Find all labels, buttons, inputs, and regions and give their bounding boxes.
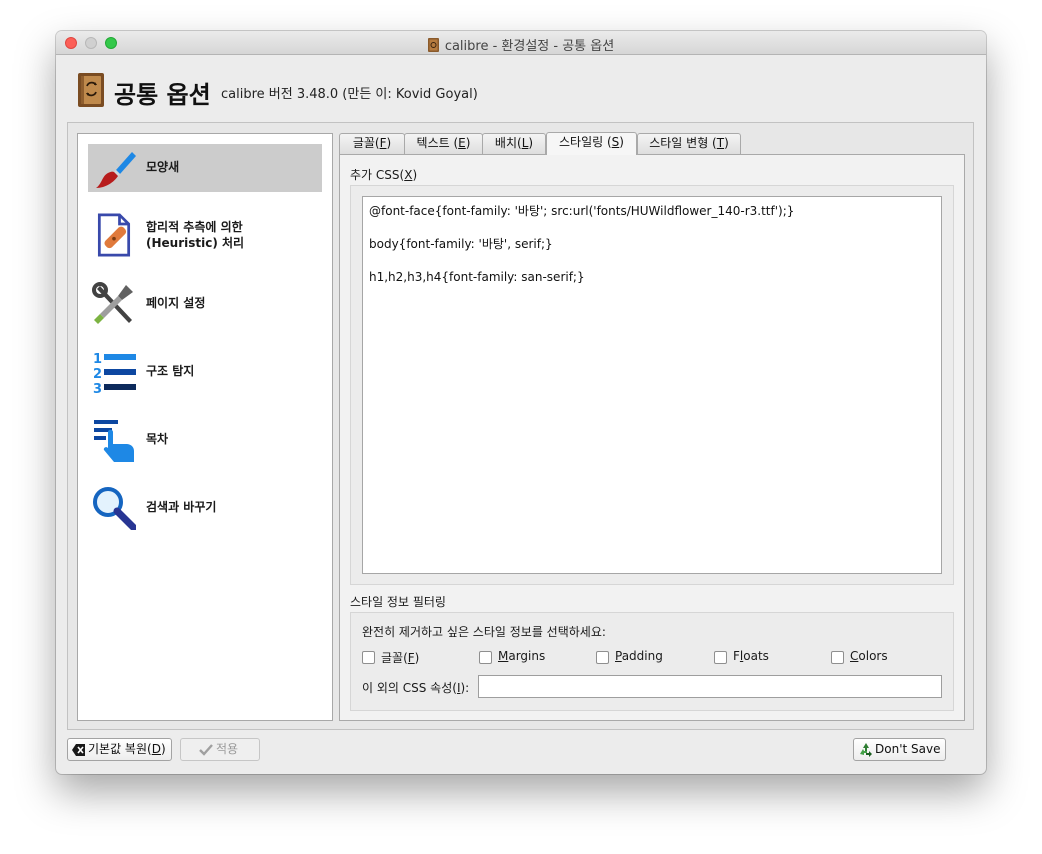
window-title-text: calibre - 환경설정 - 공통 옵션 — [444, 39, 615, 54]
sidebar-item-label: 목차 — [146, 432, 169, 446]
tab-label: 스타일링 ( — [559, 135, 612, 149]
option-text-end: oats — [743, 649, 769, 663]
filter-group-label: 스타일 정보 필터링 — [350, 595, 446, 609]
extra-css-label-text: 추가 CSS( — [350, 168, 405, 182]
other-css-label: 이 외의 CSS 속성(I): — [362, 679, 469, 696]
tab-label-end: ) — [724, 136, 729, 150]
tab-label: 스타일 변형 ( — [649, 136, 717, 150]
option-text: 글꼴( — [381, 651, 408, 665]
window-title: calibre - 환경설정 - 공통 옵션 — [56, 35, 986, 54]
option-accelerator: P — [615, 649, 622, 663]
page-title: 공통 옵션 — [114, 81, 211, 109]
calibre-book-icon — [78, 73, 104, 107]
sidebar-item-look-and-feel[interactable]: 모양새 — [88, 144, 322, 192]
option-accelerator: F — [407, 651, 415, 665]
calibre-book-icon — [427, 38, 439, 52]
wrench-screwdriver-icon — [92, 282, 133, 324]
option-text-end: argins — [508, 649, 546, 663]
css-line: body{font-family: '바탕', serif;} — [369, 237, 553, 251]
checkmark-icon — [199, 744, 213, 756]
restore-defaults-button[interactable]: 기본값 복원(D) — [67, 738, 172, 761]
extra-css-label-end: ) — [412, 168, 418, 182]
filter-padding-label[interactable]: Padding — [615, 649, 663, 663]
sidebar-item-structure-detection[interactable]: 1 2 3 구조 탐지 — [88, 348, 322, 396]
version-label: calibre 버전 3.48.0 (만든 이: Kovid Goyal) — [221, 87, 478, 102]
tab-label-end: ) — [619, 135, 624, 149]
svg-text:1: 1 — [93, 352, 102, 367]
sidebar-item-label-line2: (Heuristic) 처리 — [146, 236, 245, 250]
apply-button[interactable]: 적용 — [180, 738, 260, 761]
tab-accelerator: E — [458, 136, 466, 150]
extra-css-label: 추가 CSS(X) — [350, 166, 417, 183]
option-text-end: ) — [414, 651, 420, 665]
dont-save-button[interactable]: Don't Save — [853, 738, 946, 761]
filter-fonts-label[interactable]: 글꼴(F) — [381, 649, 419, 666]
magnifier-icon — [93, 487, 136, 530]
tab-layout[interactable]: 배치(L) — [482, 133, 546, 154]
sidebar-item-search-replace[interactable]: 검색과 바꾸기 — [88, 484, 322, 532]
toc-hand-icon — [94, 420, 134, 462]
tab-fonts[interactable]: 글꼴(F) — [339, 133, 405, 154]
filter-fonts-checkbox[interactable] — [362, 651, 375, 664]
tab-label: 텍스트 ( — [416, 136, 459, 150]
clear-icon — [72, 744, 85, 756]
filter-colors-label[interactable]: Colors — [850, 649, 888, 663]
tab-label-end: ) — [465, 136, 471, 150]
restore-label-end: ) — [160, 742, 166, 756]
other-css-input[interactable] — [478, 675, 942, 698]
tab-label-end: ) — [528, 136, 534, 150]
option-text: F — [733, 649, 740, 663]
tab-label: 배치( — [494, 136, 522, 150]
sidebar-item-label: 모양새 — [146, 160, 180, 174]
restore-defaults-text: 기본값 복원(D) — [88, 739, 166, 760]
restore-accelerator: D — [151, 742, 161, 756]
option-text-end: olors — [858, 649, 888, 663]
css-line: h1,h2,h3,h4{font-family: san-serif;} — [369, 270, 585, 284]
filter-floats-checkbox[interactable] — [714, 651, 727, 664]
sidebar-item-heuristic-processing[interactable]: 합리적 추측에 의한 (Heuristic) 처리 — [88, 210, 322, 262]
preferences-window: calibre - 환경설정 - 공통 옵션 공통 옵션 calibre 버전 … — [56, 31, 986, 774]
dont-save-label: Don't Save — [875, 742, 941, 756]
numbered-list-icon: 1 2 3 — [93, 352, 136, 394]
sidebar-item-page-setup[interactable]: 페이지 설정 — [88, 280, 322, 328]
option-accelerator: M — [498, 649, 509, 663]
sidebar-item-label: 합리적 추측에 의한 — [146, 220, 243, 234]
filter-floats-label[interactable]: Floats — [733, 649, 769, 663]
filter-margins-checkbox[interactable] — [479, 651, 492, 664]
css-line: @font-face{font-family: '바탕'; src:url('f… — [369, 204, 795, 218]
tab-label-end: ) — [386, 136, 392, 150]
recycle-icon — [860, 743, 872, 757]
svg-text:2: 2 — [93, 367, 102, 382]
filter-colors-checkbox[interactable] — [831, 651, 844, 664]
other-css-label-end: ): — [460, 681, 470, 695]
tab-accelerator: T — [716, 136, 725, 150]
option-text-end: adding — [621, 649, 663, 663]
tab-label: 글꼴( — [352, 136, 380, 150]
filter-prompt: 완전히 제거하고 싶은 스타일 정보를 선택하세요: — [362, 625, 606, 639]
filter-margins-label[interactable]: Margins — [498, 649, 545, 663]
restore-label: 기본값 복원( — [88, 742, 152, 756]
svg-text:3: 3 — [93, 382, 102, 394]
filter-padding-checkbox[interactable] — [596, 651, 609, 664]
sidebar-item-label: 구조 탐지 — [146, 364, 195, 378]
tab-transform-styles[interactable]: 스타일 변형 (T) — [637, 133, 741, 154]
document-bandage-icon — [97, 213, 131, 257]
other-css-label-text: 이 외의 CSS 속성( — [362, 681, 457, 695]
category-sidebar: 모양새 합리적 추측에 의한 (Heuristic) 처리 페이지 설정 1 2… — [77, 133, 333, 721]
sidebar-item-label: 검색과 바꾸기 — [146, 500, 217, 514]
title-bar[interactable]: calibre - 환경설정 - 공통 옵션 — [56, 31, 986, 55]
paintbrush-icon — [96, 152, 136, 188]
sidebar-item-table-of-contents[interactable]: 목차 — [88, 416, 322, 464]
tab-text[interactable]: 텍스트 (E) — [404, 133, 483, 154]
extra-css-editor[interactable]: @font-face{font-family: '바탕'; src:url('f… — [362, 196, 942, 574]
tab-styling[interactable]: 스타일링 (S) — [546, 132, 637, 155]
sidebar-item-label: 페이지 설정 — [146, 296, 206, 310]
apply-label: 적용 — [216, 742, 239, 756]
